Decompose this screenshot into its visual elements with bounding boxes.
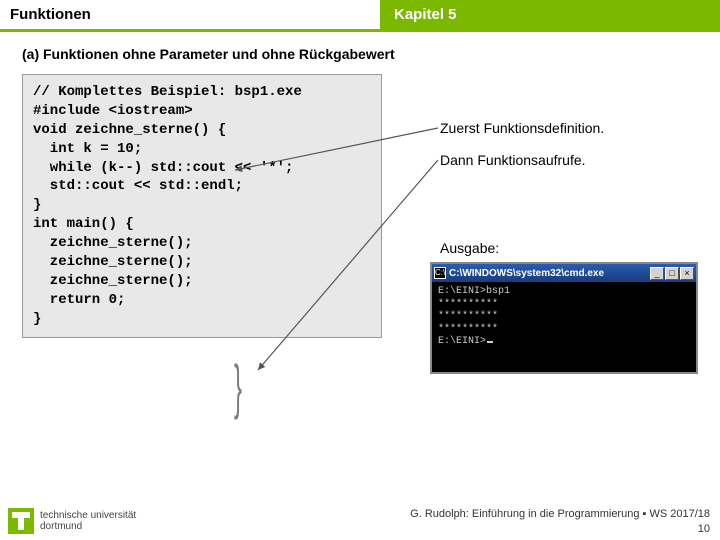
close-button[interactable]: × <box>680 267 694 280</box>
code-line: void zeichne_sterne() { <box>33 121 371 140</box>
cmd-line: ********** <box>438 311 690 324</box>
cmd-line: ********** <box>438 299 690 312</box>
cmd-line: E:\EINI>bsp1 <box>438 286 690 299</box>
header-right-chapter: Kapitel 5 <box>380 0 720 32</box>
footer-page-number: 10 <box>410 522 710 536</box>
university-name-line1: technische universität <box>40 510 136 521</box>
university-name: technische universität dortmund <box>40 510 136 532</box>
cmd-line: E:\EINI> <box>438 336 690 349</box>
section-subtitle: (a) Funktionen ohne Parameter und ohne R… <box>22 46 698 62</box>
cmd-title-text: C:\WINDOWS\system32\cmd.exe <box>449 268 650 279</box>
code-line: zeichne_sterne(); <box>33 253 371 272</box>
code-line: return 0; <box>33 291 371 310</box>
code-line: zeichne_sterne(); <box>33 234 371 253</box>
tu-logo-icon <box>8 508 34 534</box>
cmd-output: E:\EINI>bsp1 ********** ********** *****… <box>432 282 696 372</box>
annotation-calls: Dann Funktionsaufrufe. <box>440 152 586 168</box>
cmd-titlebar: C:\ C:\WINDOWS\system32\cmd.exe _ □ × <box>432 264 696 282</box>
university-logo-area: technische universität dortmund <box>8 508 136 534</box>
footer-credits: G. Rudolph: Einführung in die Programmie… <box>410 507 710 521</box>
annotation-output-label: Ausgabe: <box>440 240 499 256</box>
university-name-line2: dortmund <box>40 521 136 532</box>
curly-brace-icon: } <box>234 352 242 421</box>
header-left-title: Funktionen <box>0 0 380 32</box>
annotation-definition: Zuerst Funktionsdefinition. <box>440 120 604 136</box>
cmd-line: ********** <box>438 324 690 337</box>
code-line: #include <iostream> <box>33 102 371 121</box>
minimize-button[interactable]: _ <box>650 267 664 280</box>
cmd-icon: C:\ <box>434 267 446 279</box>
slide-footer: G. Rudolph: Einführung in die Programmie… <box>410 507 710 536</box>
code-line: int k = 10; <box>33 140 371 159</box>
code-line: // Komplettes Beispiel: bsp1.exe <box>33 83 371 102</box>
code-line: zeichne_sterne(); <box>33 272 371 291</box>
cmd-window-buttons: _ □ × <box>650 267 694 280</box>
code-line: std::cout << std::endl; <box>33 177 371 196</box>
code-line: } <box>33 196 371 215</box>
code-line: int main() { <box>33 215 371 234</box>
cmd-window: C:\ C:\WINDOWS\system32\cmd.exe _ □ × E:… <box>430 262 698 374</box>
slide-header: Funktionen Kapitel 5 <box>0 0 720 32</box>
code-line: while (k--) std::cout << '*'; <box>33 159 371 178</box>
maximize-button[interactable]: □ <box>665 267 679 280</box>
code-example-box: // Komplettes Beispiel: bsp1.exe #includ… <box>22 74 382 338</box>
cmd-prompt: E:\EINI> <box>438 336 486 347</box>
code-line: } <box>33 310 371 329</box>
cursor-icon <box>487 341 493 343</box>
